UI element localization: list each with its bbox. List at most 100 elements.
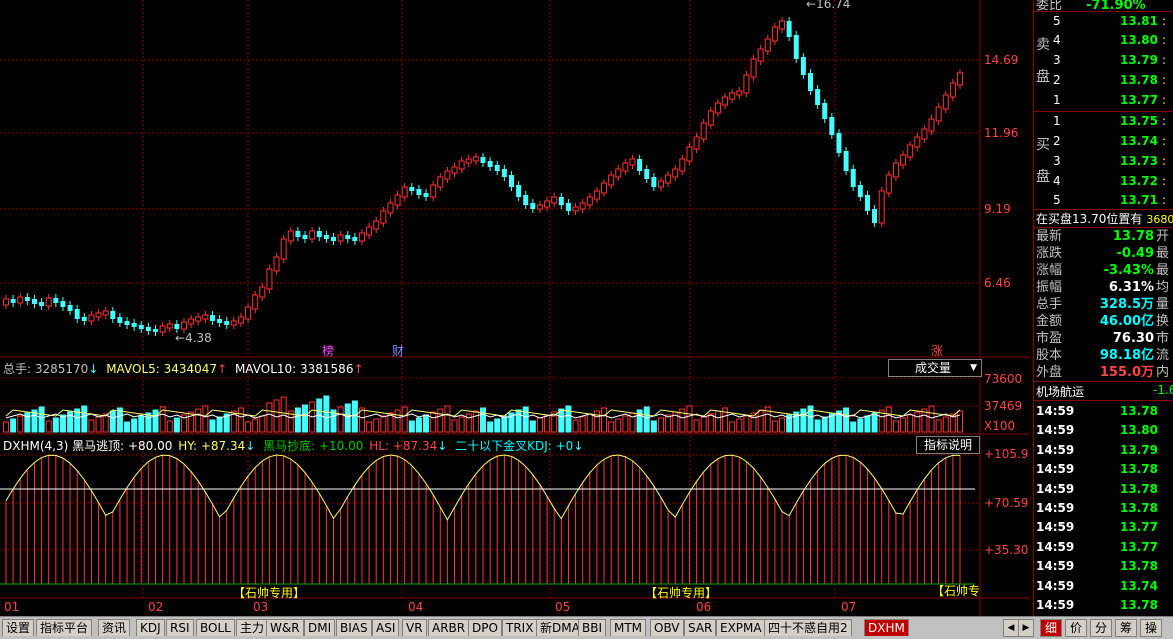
quote-key2: 市 <box>1156 331 1170 346</box>
tab-boll[interactable]: BOLL <box>196 619 235 636</box>
indicator-dropdown[interactable]: 成交量 ▼ <box>888 359 982 377</box>
marker-bang[interactable]: 榜 <box>322 342 334 359</box>
bid-row-5[interactable]: 5 13.71: <box>1034 191 1173 210</box>
volume-bar <box>45 420 52 433</box>
tab-w-r[interactable]: W&R <box>266 619 304 636</box>
candle-body <box>536 204 543 210</box>
marker-zhang[interactable]: 涨 <box>931 342 943 359</box>
candle-body <box>117 317 123 323</box>
tab--[interactable]: 设置 <box>2 619 35 636</box>
candle-body <box>309 230 316 240</box>
quote-key2: 换 <box>1156 314 1170 329</box>
quote-value: 328.5万 <box>1099 297 1154 312</box>
vol-axis-unit: X100 <box>984 419 1016 433</box>
tab--[interactable]: 资讯 <box>98 619 131 636</box>
tab-trix[interactable]: TRIX <box>502 619 538 636</box>
tick-time: 14:59 <box>1036 559 1075 574</box>
ask-row-4[interactable]: 4 13.80: <box>1034 31 1173 50</box>
tab-asi[interactable]: ASI <box>372 619 400 636</box>
tab-dpo[interactable]: DPO <box>468 619 502 636</box>
tab-scroll-left[interactable]: ◀ <box>1003 619 1019 637</box>
bottom-tab-bar: 设置 指标平台 资讯 KDJ RSI BOLL 主力 W&R DMI BIAS ASI VR ARBR D… <box>0 616 1173 639</box>
tab-scroll-right[interactable]: ▶ <box>1018 619 1034 637</box>
candle-body <box>558 197 564 205</box>
sector-row[interactable]: 机场航运 -1.60 <box>1036 383 1173 400</box>
vol-axis-1: 73600 <box>984 372 1023 386</box>
candle-body <box>131 323 137 327</box>
right-tab-4[interactable]: 操 <box>1140 619 1162 637</box>
indicator-help-button[interactable]: 指标说明 <box>916 436 980 454</box>
candle-body <box>74 309 80 319</box>
tick-row: 14:59 13.78 <box>1034 557 1173 576</box>
quote-key: 市盈 <box>1036 331 1063 346</box>
tab-dxhm[interactable]: DXHM <box>864 619 909 636</box>
tab-rsi[interactable]: RSI <box>166 619 194 636</box>
ask-row-1[interactable]: 1 13.77: <box>1034 91 1173 110</box>
volume-header: 总手: 3285170↓ MAVOL5: 3434047↑ MAVOL10: 3… <box>3 362 364 376</box>
ind-tag-3: 【石帅专 <box>932 584 981 598</box>
candle-body <box>195 316 202 322</box>
chart-area[interactable]: 14.69 11.96 9.19 6.46 ←16.74 ←4.38 榜 财 涨… <box>0 0 1030 616</box>
candle-body <box>707 110 714 126</box>
candle-body <box>316 231 322 237</box>
tab-sar[interactable]: SAR <box>684 619 717 636</box>
candle-body <box>437 176 444 188</box>
tab-obv[interactable]: OBV <box>650 619 684 636</box>
bid-row-1[interactable]: 1 13.75: <box>1034 112 1173 131</box>
ind-hmcd: 黑马抄底: +10.00 <box>263 439 364 453</box>
candle-body <box>942 94 949 110</box>
tab-kdj[interactable]: KDJ <box>136 619 165 636</box>
candle-body <box>729 92 736 100</box>
tab-dmi[interactable]: DMI <box>304 619 336 636</box>
volume-bar <box>344 403 351 433</box>
volume-bar <box>857 418 864 433</box>
candle-body <box>686 146 693 162</box>
tab--dma[interactable]: 新DMA <box>536 619 584 636</box>
volume-bar <box>572 419 579 433</box>
tab-mtm[interactable]: MTM <box>610 619 647 636</box>
right-tab-1[interactable]: 价 <box>1065 619 1087 637</box>
quote-row: 外盘 155.0万内 <box>1034 364 1173 381</box>
bid-row-4[interactable]: 4 13.72: <box>1034 172 1173 191</box>
right-tab-3[interactable]: 筹 <box>1115 619 1137 637</box>
candle-body <box>102 310 109 316</box>
tab--[interactable]: 主力 <box>236 619 269 636</box>
candle-body <box>523 195 529 205</box>
volume-bar <box>771 420 778 433</box>
candle-body <box>17 296 24 304</box>
candle-body <box>864 195 870 211</box>
ask-row-5[interactable]: 5 13.81: <box>1034 12 1173 31</box>
bid-row-3[interactable]: 3 13.73: <box>1034 152 1173 171</box>
volume-bar <box>892 420 899 433</box>
tab--2[interactable]: 四十不惑自用2 <box>764 619 852 636</box>
tick-time: 14:59 <box>1036 481 1075 496</box>
candle-body <box>807 73 813 91</box>
ind-hy: HY: +87.34 <box>178 439 246 453</box>
tab-arbr[interactable]: ARBR <box>428 619 470 636</box>
indicator-dropdown-label: 成交量 <box>915 361 952 375</box>
tab-bias[interactable]: BIAS <box>336 619 372 636</box>
right-tab-2[interactable]: 分 <box>1090 619 1112 637</box>
tick-price: 13.78 <box>1120 501 1158 515</box>
tab-bbi[interactable]: BBI <box>578 619 607 636</box>
candle-body <box>451 166 458 174</box>
low-marker: ←4.38 <box>175 331 212 345</box>
tab--[interactable]: 指标平台 <box>36 619 93 636</box>
ask-row-3[interactable]: 3 13.79: <box>1034 51 1173 70</box>
candle-body <box>295 231 301 237</box>
bid-row-2[interactable]: 2 13.74: <box>1034 132 1173 151</box>
tab-expma[interactable]: EXPMA <box>716 619 766 636</box>
tick-row: 14:59 13.78 <box>1034 480 1173 499</box>
tab-vr[interactable]: VR <box>402 619 427 636</box>
marker-cai[interactable]: 财 <box>392 342 404 359</box>
price-label-3: 9.19 <box>984 202 1011 216</box>
volume-bar <box>237 407 244 433</box>
tick-time: 14:59 <box>1036 578 1075 593</box>
volume-bar <box>323 395 330 433</box>
candle-body <box>110 311 116 319</box>
right-tab-0[interactable]: 细 <box>1040 619 1062 637</box>
candle-body <box>593 190 600 200</box>
kline-chart[interactable] <box>0 0 1030 616</box>
ask-row-2[interactable]: 2 13.78: <box>1034 71 1173 90</box>
quote-key2: 内 <box>1156 365 1170 380</box>
